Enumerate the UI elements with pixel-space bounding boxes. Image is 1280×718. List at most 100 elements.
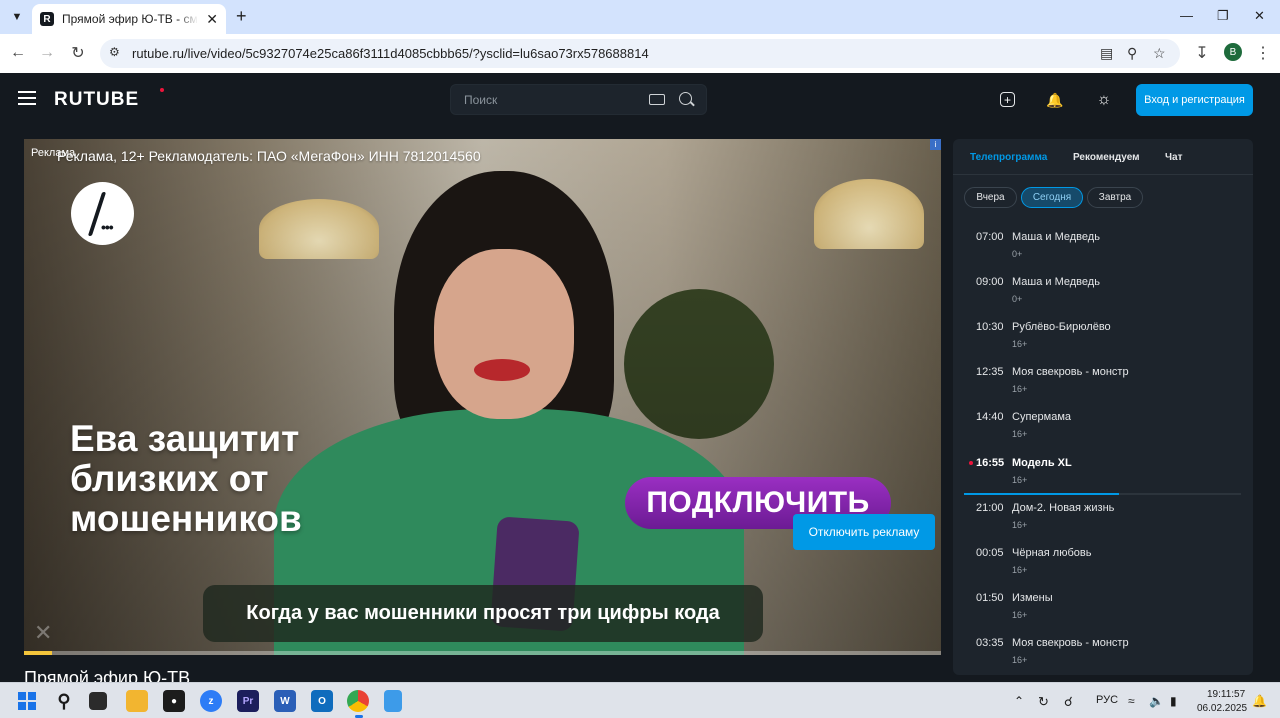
input-language-indicator[interactable]: РУС (1096, 694, 1118, 706)
reload-icon[interactable]: ↻ (69, 44, 87, 62)
program-title: Маша и Медведь (1012, 231, 1100, 243)
address-bar[interactable]: ⚙ rutube.ru/live/video/5c9327074e25ca86f… (100, 39, 1180, 68)
install-app-icon[interactable]: ▤ (1100, 45, 1113, 62)
file-explorer-icon[interactable] (126, 690, 148, 712)
keyboard-icon[interactable] (649, 94, 665, 105)
site-settings-icon[interactable]: ⚙ (109, 45, 120, 59)
program-age-rating: 0+ (1012, 294, 1023, 304)
program-row[interactable]: 07:00 Маша и Медведь 0+ (953, 231, 1253, 275)
sync-icon[interactable]: ↻ (1038, 694, 1049, 710)
browser-toolbar: ← → ↻ ⚙ rutube.ru/live/video/5c9327074e2… (0, 34, 1280, 73)
profile-avatar[interactable]: B (1224, 43, 1242, 61)
notepad-icon[interactable] (384, 690, 402, 712)
windows-taskbar: ⚲ ● z Pr W O ⌃ ↻ ☌ РУС ≈ 🔈 ▮ 19:11:57 06… (0, 682, 1280, 718)
login-register-button[interactable]: Вход и регистрация (1136, 84, 1253, 116)
program-time: 12:35 (976, 366, 1004, 378)
tray-overflow-chevron-icon[interactable]: ⌃ (1014, 694, 1024, 708)
day-today-button[interactable]: Сегодня (1021, 187, 1083, 208)
program-row[interactable]: 21:00 Дом-2. Новая жизнь 16+ (953, 502, 1253, 546)
tab-recommended[interactable]: Рекомендуем (1073, 152, 1140, 163)
program-row[interactable]: 10:30 Рублёво-Бирюлёво 16+ (953, 321, 1253, 365)
forward-arrow-icon[interactable]: → (38, 44, 56, 62)
program-age-rating: 16+ (1012, 610, 1028, 620)
browser-tab-active[interactable]: R Прямой эфир Ю-ТВ - смотреть онлайн ✕ (32, 4, 226, 34)
rutube-favicon-icon: R (40, 12, 54, 26)
browser-menu-icon[interactable]: ⋮ (1254, 44, 1272, 62)
program-row[interactable]: 12:35 Моя свекровь - монстр 16+ (953, 366, 1253, 410)
task-view-icon[interactable] (89, 692, 107, 710)
search-taskbar-icon[interactable]: ⚲ (53, 690, 75, 712)
tab-close-icon[interactable]: ✕ (206, 11, 218, 28)
ad-slogan: Ева защитит близких от мошенников (70, 418, 302, 539)
upload-plus-icon[interactable]: + (1000, 92, 1015, 107)
battery-icon[interactable]: ▮ (1170, 694, 1177, 708)
program-title: Маша и Медведь (1012, 276, 1100, 288)
clock-time[interactable]: 19:11:57 (1207, 689, 1245, 700)
premiere-pro-icon[interactable]: Pr (237, 690, 259, 712)
new-tab-button[interactable]: + (236, 7, 247, 25)
program-row[interactable]: 01:50 Измены 16+ (953, 592, 1253, 636)
maximize-button[interactable]: ❐ (1217, 8, 1229, 24)
program-time: 14:40 (976, 411, 1004, 423)
tab-title: Прямой эфир Ю-ТВ - смотреть онлайн (62, 12, 198, 26)
disable-ads-button[interactable]: Отключить рекламу (793, 514, 935, 550)
rutube-logo[interactable]: RUTUBE (54, 89, 139, 111)
program-age-rating: 16+ (1012, 475, 1028, 485)
program-age-rating: 16+ (1012, 655, 1028, 665)
ad-disclaimer: Реклама, 12+ Рекламодатель: ПАО «МегаФон… (57, 148, 481, 164)
minimize-button[interactable]: — (1180, 8, 1193, 23)
search-icon[interactable] (679, 92, 692, 105)
live-program-progress (964, 493, 1241, 495)
word-icon[interactable]: W (274, 690, 296, 712)
live-indicator-dot (969, 461, 973, 465)
program-time: 03:35 (976, 637, 1004, 649)
logo-red-dot (160, 88, 164, 92)
program-row[interactable]: 14:40 Супермама 16+ (953, 411, 1253, 455)
program-row[interactable]: 03:35 Моя свекровь - монстр 16+ (953, 637, 1253, 675)
browser-tab-strip: ▼ R Прямой эфир Ю-ТВ - смотреть онлайн ✕… (0, 0, 1280, 34)
zoom-app-icon[interactable]: z (200, 690, 222, 712)
wifi-icon[interactable]: ≈ (1128, 694, 1135, 708)
ad-info-icon[interactable]: i (930, 139, 941, 150)
search-input[interactable]: Поиск (464, 93, 497, 107)
program-title: Рублёво-Бирюлёво (1012, 321, 1111, 333)
terminal-app-icon[interactable]: ● (163, 690, 185, 712)
outlook-icon[interactable]: O (311, 690, 333, 712)
chrome-icon[interactable] (347, 690, 369, 712)
program-time: 10:30 (976, 321, 1004, 333)
volume-icon[interactable]: 🔈 (1149, 694, 1164, 708)
playback-progress-bar[interactable] (24, 651, 941, 655)
program-row[interactable]: 09:00 Маша и Медведь 0+ (953, 276, 1253, 320)
program-title: Моя свекровь - монстр (1012, 637, 1129, 649)
program-time: 21:00 (976, 502, 1004, 514)
program-age-rating: 16+ (1012, 520, 1028, 530)
url-text[interactable]: rutube.ru/live/video/5c9327074e25ca86f31… (132, 46, 649, 61)
day-yesterday-button[interactable]: Вчера (964, 187, 1017, 208)
program-row[interactable]: 00:05 Чёрная любовь 16+ (953, 547, 1253, 591)
program-time: 00:05 (976, 547, 1004, 559)
program-title: Моя свекровь - монстр (1012, 366, 1129, 378)
notifications-bell-icon[interactable]: 🔔 (1046, 91, 1064, 109)
video-player[interactable]: Реклама Реклама, 12+ Рекламодатель: ПАО … (24, 139, 941, 655)
tab-search-chevron-icon[interactable]: ▼ (6, 6, 28, 28)
program-title: Модель XL (1012, 457, 1072, 469)
tab-chat[interactable]: Чат (1165, 152, 1183, 163)
windows-start-icon[interactable] (18, 692, 36, 710)
vpn-globe-icon[interactable]: ☌ (1064, 694, 1073, 710)
day-tomorrow-button[interactable]: Завтра (1087, 187, 1143, 208)
zoom-icon[interactable]: ⚲ (1127, 45, 1137, 62)
notification-bell-icon[interactable]: 🔔 (1252, 694, 1267, 708)
hamburger-menu-icon[interactable] (18, 91, 36, 105)
theme-sun-icon[interactable]: ☼ (1095, 91, 1113, 109)
bookmark-star-icon[interactable]: ☆ (1153, 45, 1166, 62)
tab-tv-program[interactable]: Телепрограмма (970, 152, 1047, 163)
clock-date[interactable]: 06.02.2025 (1197, 703, 1247, 714)
program-age-rating: 16+ (1012, 384, 1028, 394)
program-age-rating: 0+ (1012, 249, 1023, 259)
window-close-button[interactable]: ✕ (1254, 8, 1265, 24)
ad-subtitle: Когда у вас мошенники просят три цифры к… (203, 585, 763, 642)
close-x-icon[interactable]: ✕ (34, 620, 52, 646)
back-arrow-icon[interactable]: ← (9, 44, 27, 62)
search-box[interactable]: Поиск (450, 84, 707, 115)
downloads-icon[interactable]: ↧ (1193, 44, 1211, 62)
